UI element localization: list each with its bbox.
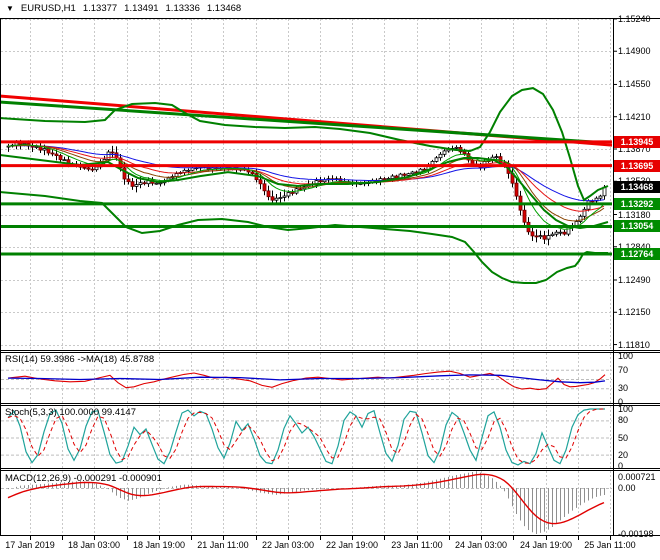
- current-price-badge: 1.13468: [614, 181, 660, 193]
- support-level-badge: 1.13054: [614, 220, 660, 232]
- rsi-indicator-header: RSI(14) 59.3986 ->MA(18) 45.8788: [5, 354, 155, 365]
- symbol-dropdown-icon[interactable]: ▼: [6, 4, 14, 13]
- macd-indicator-header: MACD(12,26,9) -0.000291 -0.000901: [5, 473, 162, 484]
- symbol-timeframe-label: EURUSD,H1: [20, 3, 76, 14]
- support-level-badge: 1.12764: [614, 248, 660, 260]
- trading-terminal-chart-window: ▼ EURUSD,H1 1.13377 1.13491 1.13336 1.13…: [0, 0, 660, 560]
- stochastic-indicator-header: Stoch(5,3,3) 100.0000 99.4147: [5, 407, 136, 418]
- resistance-level-badge: 1.13695: [614, 160, 660, 172]
- ohlc-high-value: 1.13491: [124, 3, 159, 14]
- ohlc-close-value: 1.13468: [206, 3, 242, 14]
- ohlc-low-value: 1.13336: [165, 3, 200, 14]
- resistance-level-badge: 1.13945: [614, 136, 660, 148]
- ohlc-open-value: 1.13377: [82, 3, 118, 14]
- support-level-badge: 1.13292: [614, 198, 660, 210]
- chart-title-bar: ▼ EURUSD,H1 1.13377 1.13491 1.13336 1.13…: [6, 3, 241, 14]
